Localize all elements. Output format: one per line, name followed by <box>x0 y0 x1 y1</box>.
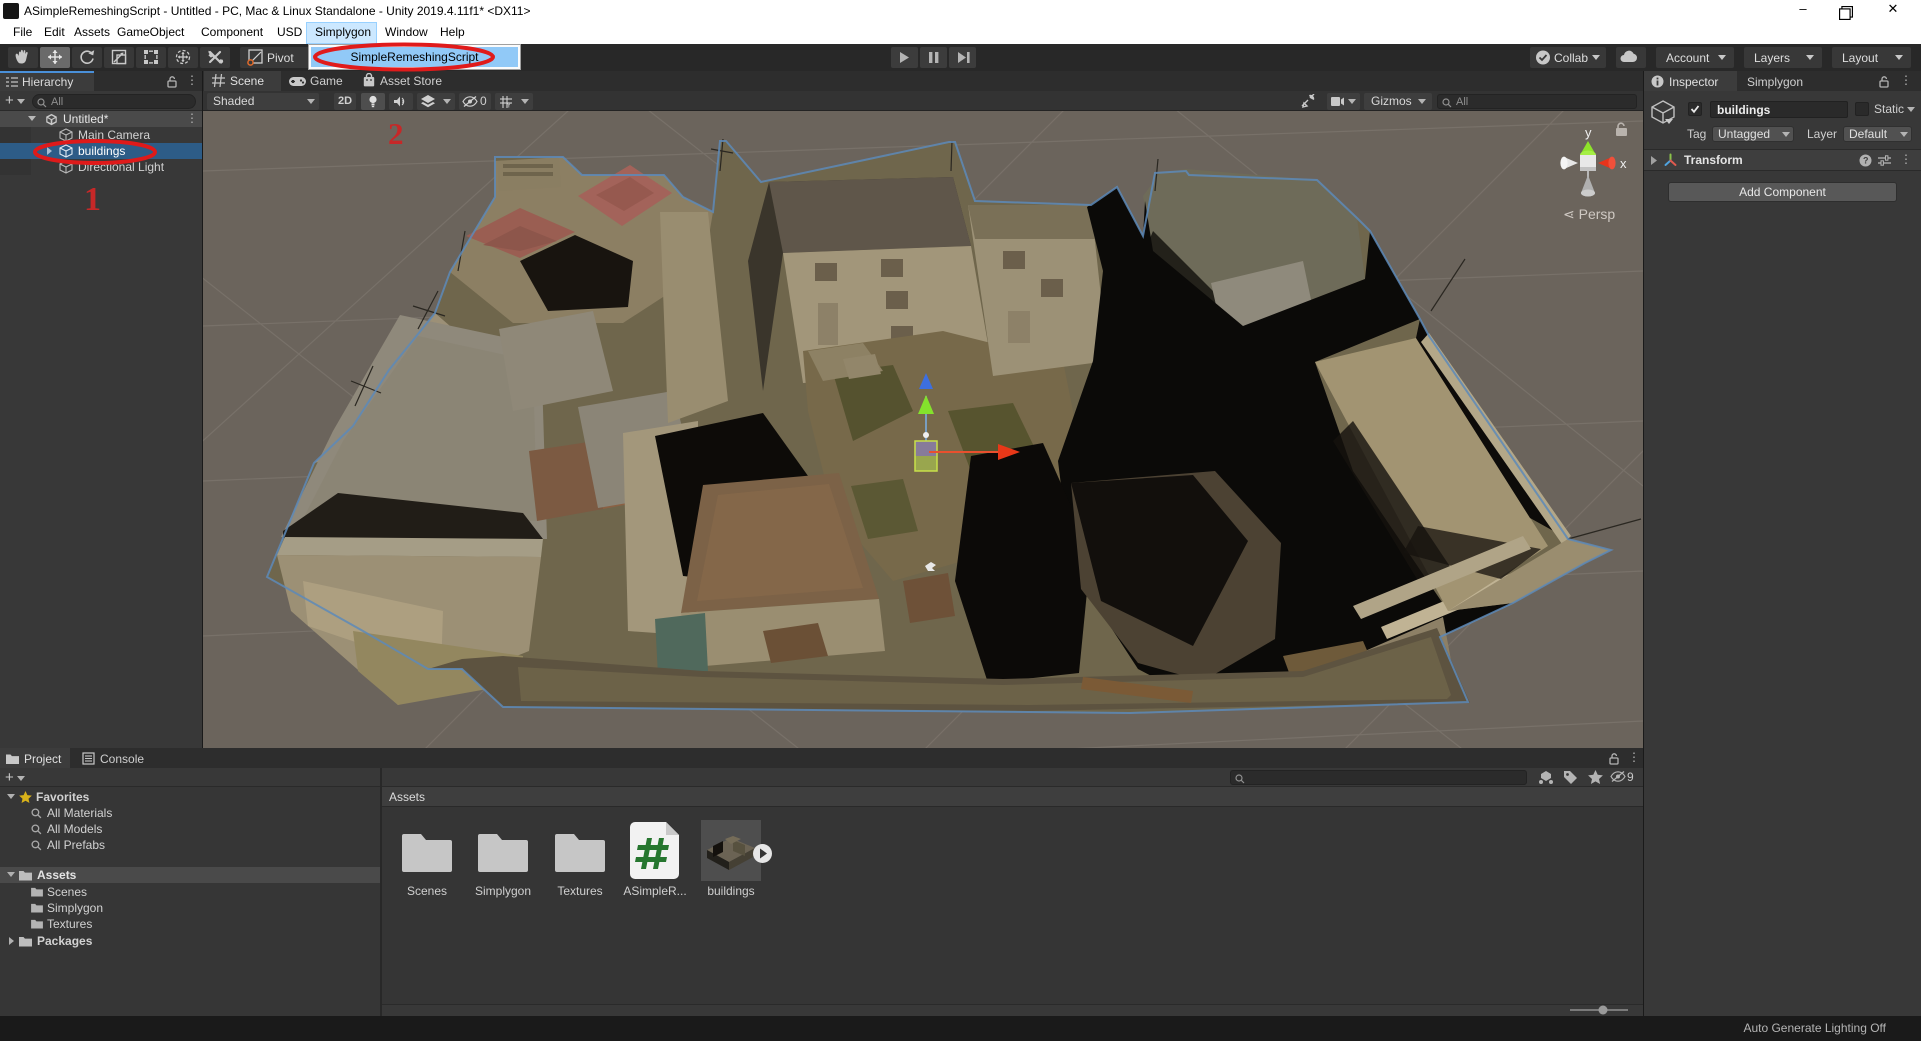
svg-text:Collab: Collab <box>1554 51 1588 65</box>
svg-text:y: y <box>1585 125 1592 140</box>
svg-text:Account: Account <box>1666 51 1710 65</box>
svg-text:⋖ Persp: ⋖ Persp <box>1563 206 1615 222</box>
svg-text:Pivot: Pivot <box>267 51 294 65</box>
svg-text:Layout: Layout <box>1842 51 1879 65</box>
svg-text:x: x <box>1620 156 1627 171</box>
svg-text:Y: Y <box>507 103 512 109</box>
svg-text:?: ? <box>1863 156 1869 166</box>
svg-text:Layers: Layers <box>1754 51 1790 65</box>
